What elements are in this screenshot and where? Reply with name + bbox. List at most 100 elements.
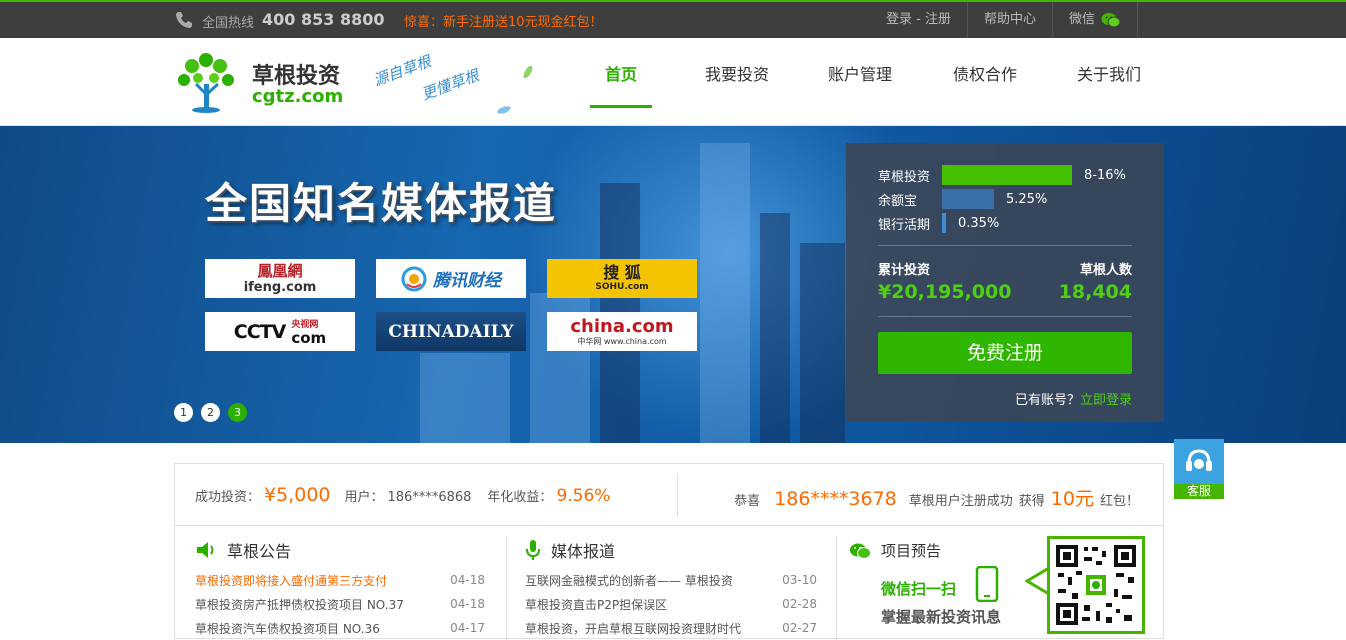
main-nav: 首页 我要投资 账户管理 债权合作 关于我们 [590, 38, 1149, 126]
list-item-title[interactable]: 草根投资汽车债权投资项目 NO.36 [195, 620, 380, 637]
register-button[interactable]: 免费注册 [878, 332, 1132, 374]
chinadaily-logo-text: CHINADAILY [388, 321, 514, 342]
users-value: 18,404 [1058, 281, 1132, 303]
tencent-finance-logo: 腾讯财经 [376, 259, 526, 298]
notices-header: 草根公告 [195, 538, 291, 562]
customer-service-button[interactable]: 客服 [1174, 439, 1224, 499]
skyline-building [700, 143, 750, 443]
list-item[interactable]: 草根投资汽车债权投资项目 NO.36 04-17 [195, 616, 485, 640]
notices-title: 草根公告 [227, 542, 292, 561]
column-divider [506, 536, 507, 640]
list-item-title[interactable]: 草根投资即将接入盛付通第三方支付 [195, 572, 387, 589]
registration-text: 草根用户注册成功 [908, 494, 1013, 509]
register-panel: 草根投资 8-16% 余额宝 5.25% 银行活期 0.35% 累计投资 草根人… [846, 143, 1164, 422]
promo-link[interactable]: 惊喜：新手注册送10元现金红包！ [404, 11, 603, 30]
site-header: 草根投资 cgtz.com 源自草根 更懂草根 首页 我要投资 账户管理 债权合… [0, 38, 1346, 126]
users-label: 草根人数 [1079, 263, 1132, 278]
slide-dot-3[interactable]: 3 [228, 403, 247, 422]
skyline-building [420, 353, 510, 443]
slide-dot-2[interactable]: 2 [201, 403, 220, 422]
mobile-phone-icon [975, 566, 999, 602]
preview-header: 项目预告 [849, 540, 941, 561]
list-item-title[interactable]: 草根投资，开启草根互联网投资理财时代 [525, 620, 741, 637]
rate-bar [942, 189, 994, 209]
media-column: 媒体报道 互联网金融模式的创新者—— 草根投资 03-10 草根投资直击P2P担保… [525, 526, 817, 640]
cctv-logo-suffix: 央视网 com [291, 319, 327, 347]
congrats-label: 恭喜 [734, 494, 761, 509]
preview-title: 项目预告 [881, 542, 942, 560]
user-label: 用户： [344, 490, 384, 505]
list-item-date: 04-17 [450, 621, 485, 635]
slogan: 源自草根 更懂草根 [360, 50, 540, 120]
nav-about[interactable]: 关于我们 [1069, 38, 1149, 126]
pointer-arrow-icon [1025, 566, 1049, 596]
customer-service-label: 客服 [1174, 484, 1224, 499]
ifeng-logo-en: ifeng.com [243, 279, 317, 295]
got-label: 获得 [1018, 494, 1045, 509]
rate-row-yuebao: 余额宝 5.25% [878, 189, 1047, 209]
wechat-icon [850, 543, 871, 559]
list-item-date: 03-10 [782, 573, 817, 587]
list-item-date: 02-27 [782, 621, 817, 635]
list-item-title[interactable]: 草根投资房产抵押债权投资项目 NO.37 [195, 596, 404, 613]
rate-label: 草根投资 [878, 169, 931, 185]
wechat-link[interactable]: 微信 [1051, 2, 1138, 38]
hotline-label: 全国热线 [202, 16, 255, 31]
leaf-icon [523, 65, 533, 79]
nav-invest[interactable]: 我要投资 [697, 38, 777, 126]
ifeng-logo: 鳳凰網 ifeng.com [205, 259, 355, 298]
user-value: 186****6868 [387, 490, 472, 505]
banner-title: 全国知名媒体报道 [205, 179, 558, 228]
nav-debt-cooperation[interactable]: 债权合作 [945, 38, 1025, 126]
skyline-building [760, 213, 790, 443]
nav-account[interactable]: 账户管理 [820, 38, 900, 126]
sohu-logo: 搜 狐 SOHU.com [547, 259, 697, 298]
list-item-date: 04-18 [450, 573, 485, 587]
top-links: 登录 - 注册 帮助中心 微信 [870, 2, 1138, 38]
rate-bar [942, 165, 1072, 185]
rate-label: 余额宝 [878, 193, 918, 209]
list-item-date: 04-18 [450, 597, 485, 611]
hotline-number: 400 853 8800 [262, 10, 385, 29]
latest-registration: 恭喜 186****3678 草根用户注册成功 获得 10元 红包！ [734, 484, 1139, 511]
slide-indicator: 1 2 3 [174, 403, 247, 422]
top-bar: 全国热线 400 853 8800 惊喜：新手注册送10元现金红包！ 登录 - … [0, 0, 1346, 38]
login-register-link[interactable]: 登录 - 注册 [870, 2, 967, 38]
list-item[interactable]: 草根投资房产抵押债权投资项目 NO.37 04-18 [195, 592, 485, 616]
cctv-logo-com: com [291, 328, 327, 347]
total-invest-label: 累计投资 [878, 263, 931, 278]
invest-amount: ¥5,000 [264, 484, 331, 506]
chinadaily-logo: CHINADAILY [376, 312, 526, 351]
registered-phone: 186****3678 [774, 488, 897, 510]
sohu-logo-cn: 搜 狐 [603, 263, 641, 282]
ticker-divider [677, 474, 678, 516]
notices-column: 草根公告 草根投资即将接入盛付通第三方支付 04-18 草根投资房产抵押债权投资项… [195, 526, 485, 640]
rate-row-cgtz: 草根投资 8-16% [878, 165, 1126, 185]
bonus-amount: 10元 [1050, 488, 1094, 510]
skyline-building [800, 243, 845, 443]
list-item[interactable]: 草根投资直击P2P担保误区 02-28 [525, 592, 817, 616]
logo-tree-icon[interactable] [174, 50, 240, 114]
nav-home[interactable]: 首页 [590, 38, 652, 126]
login-link[interactable]: 立即登录 [1080, 393, 1132, 408]
microphone-icon [526, 540, 540, 560]
list-item[interactable]: 草根投资即将接入盛付通第三方支付 04-18 [195, 568, 485, 592]
media-title: 媒体报道 [551, 542, 616, 561]
cctv-logo-text: CCTV [233, 320, 287, 343]
media-list: 互联网金融模式的创新者—— 草根投资 03-10 草根投资直击P2P担保误区 02-… [525, 568, 817, 640]
list-item-date: 02-28 [782, 597, 817, 611]
list-item-title[interactable]: 互联网金融模式的创新者—— 草根投资 [525, 572, 733, 589]
help-center-link[interactable]: 帮助中心 [966, 2, 1052, 38]
list-item-title[interactable]: 草根投资直击P2P担保误区 [525, 596, 667, 613]
ifeng-logo-cn: 鳳凰網 [257, 261, 303, 280]
list-item[interactable]: 草根投资，开启草根互联网投资理财时代 02-27 [525, 616, 817, 640]
rate-value: 9.56% [556, 486, 611, 506]
logo-domain[interactable]: cgtz.com [252, 86, 343, 107]
slide-dot-1[interactable]: 1 [174, 403, 193, 422]
wechat-scan-text: 微信扫一扫 [881, 580, 957, 598]
rate-value: 0.35% [958, 215, 1000, 231]
list-item[interactable]: 互联网金融模式的创新者—— 草根投资 03-10 [525, 568, 817, 592]
wechat-label: 微信 [1068, 12, 1095, 27]
invest-label: 成功投资： [195, 490, 261, 505]
rate-label: 银行活期 [878, 217, 931, 233]
